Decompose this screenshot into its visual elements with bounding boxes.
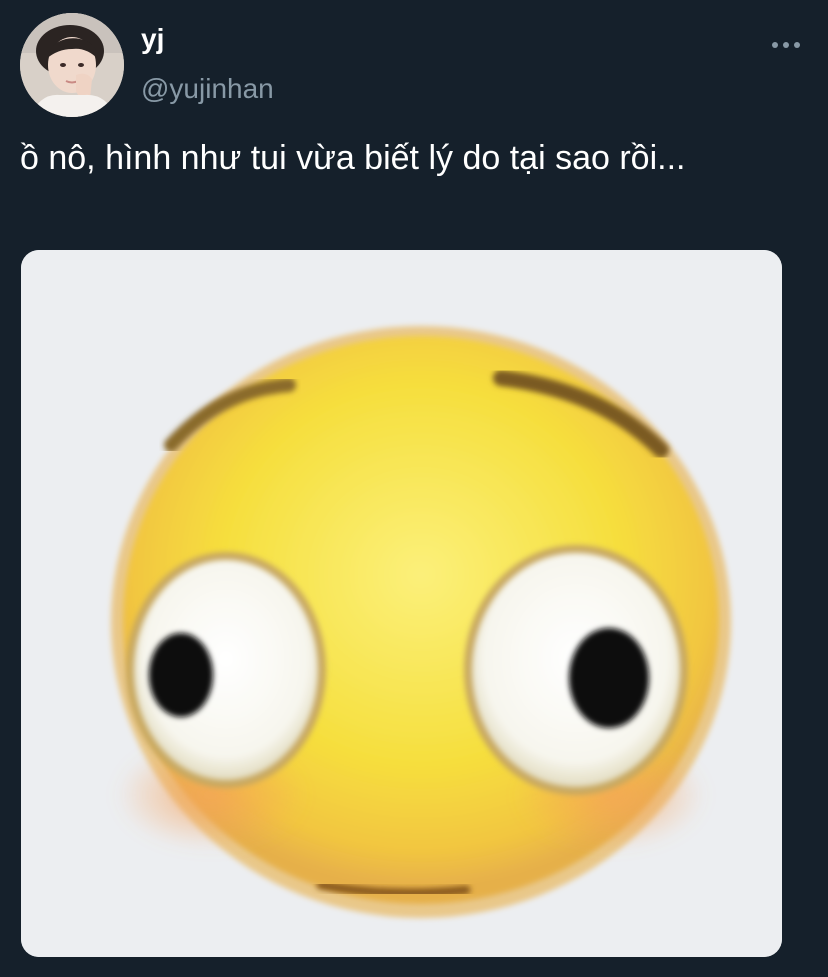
- more-horizontal-icon: [772, 42, 800, 48]
- display-name[interactable]: yj: [141, 22, 164, 56]
- flushed-emoji-image: [21, 250, 782, 957]
- more-options-button[interactable]: [768, 30, 804, 60]
- tweet: yj @yujinhan ồ nô, hình như tui vừa biết…: [0, 0, 828, 977]
- user-handle[interactable]: @yujinhan: [141, 72, 274, 106]
- avatar[interactable]: [20, 13, 124, 117]
- tweet-media-image[interactable]: [21, 250, 782, 957]
- tweet-text: ồ nô, hình như tui vừa biết lý do tại sa…: [20, 139, 686, 177]
- profile-photo-icon: [20, 13, 124, 117]
